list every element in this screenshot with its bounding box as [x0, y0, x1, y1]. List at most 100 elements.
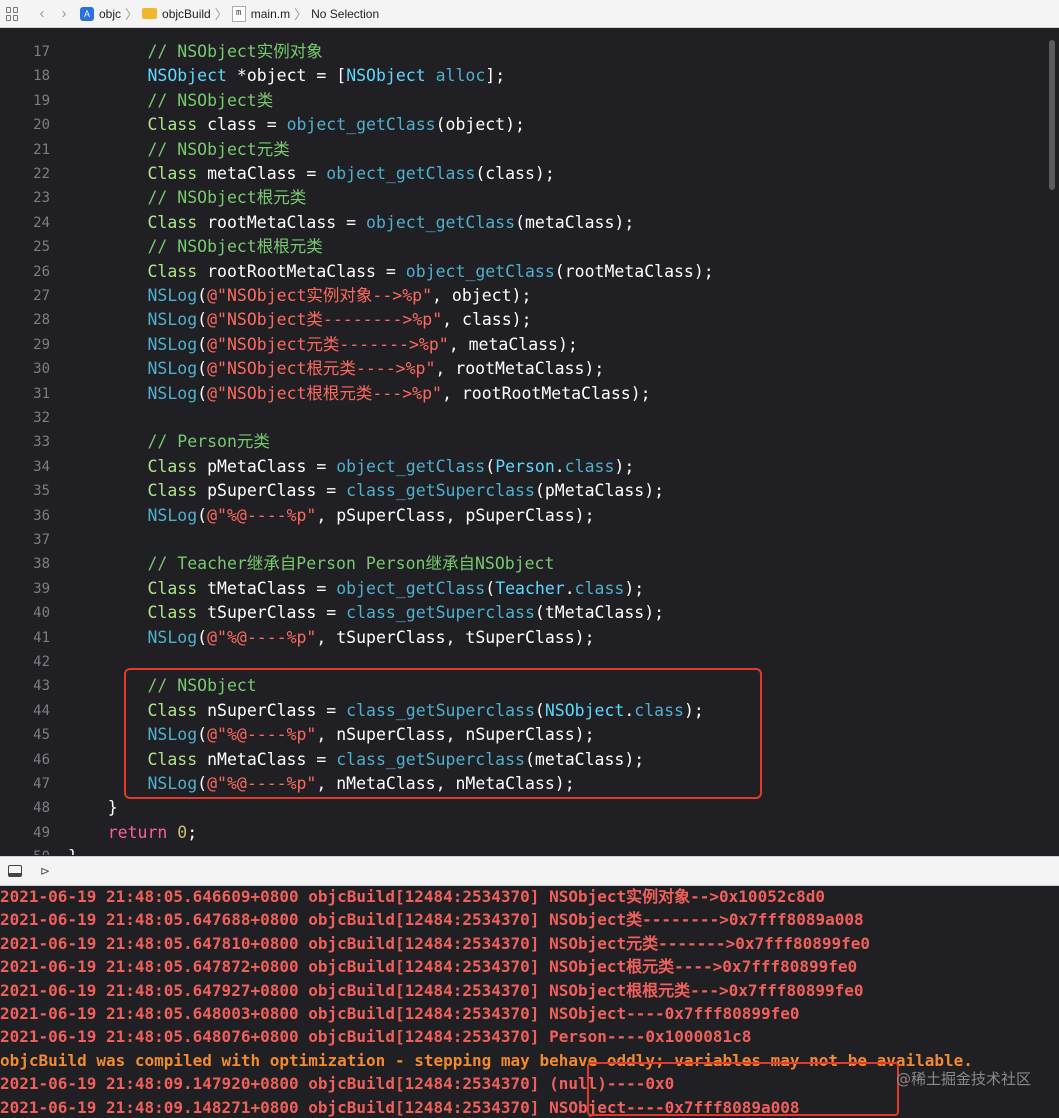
- line-number: 24: [33, 214, 50, 231]
- code-comment: // NSObject元类: [68, 139, 290, 159]
- code-string: @"NSObject根根元类--->%p": [207, 383, 442, 403]
- console-highlight-box: [587, 1062, 899, 1116]
- code-identifier: NSLog: [147, 310, 198, 330]
- code-text: (metaClass);: [515, 212, 635, 232]
- code-line[interactable]: 22 Class metaClass = object_getClass(cla…: [0, 162, 1059, 186]
- code-content: NSLog(@"NSObject根根元类--->%p", rootRootMet…: [68, 382, 650, 406]
- related-items-grid-icon[interactable]: [6, 6, 20, 21]
- line-number: 19: [33, 92, 50, 109]
- code-string: @"%@----%p": [207, 505, 317, 525]
- code-identifier: object_getClass: [405, 261, 555, 281]
- code-line[interactable]: 50}: [0, 845, 1059, 855]
- code-text: (rootMetaClass);: [554, 261, 714, 281]
- code-content: // NSObject根根元类: [68, 235, 323, 259]
- back-arrow-icon[interactable]: ‹: [36, 5, 48, 22]
- forward-arrow-icon[interactable]: ›: [58, 5, 70, 22]
- hide-debug-area-icon[interactable]: [8, 865, 22, 877]
- line-number: 35: [33, 483, 50, 500]
- line-number: 23: [33, 190, 50, 207]
- code-string: @"NSObject元类------->%p": [207, 334, 449, 354]
- code-line[interactable]: 17 // NSObject实例对象: [0, 40, 1059, 64]
- code-line[interactable]: 35 Class pSuperClass = class_getSupercla…: [0, 479, 1059, 503]
- code-text: , tSuperClass, tSuperClass);: [316, 627, 595, 647]
- code-content: Class metaClass = object_getClass(class)…: [68, 162, 554, 186]
- code-text: (tMetaClass);: [534, 603, 665, 623]
- step-icon[interactable]: ⊳: [40, 864, 50, 878]
- code-line[interactable]: 33 // Person元类: [0, 430, 1059, 454]
- code-comment: // NSObject根根元类: [68, 237, 323, 257]
- code-content: // Teacher继承自Person Person继承自NSObject: [68, 552, 554, 576]
- code-type-keyword: Class: [147, 481, 198, 501]
- breadcrumb-folder[interactable]: objcBuild: [142, 7, 211, 21]
- breadcrumb-chevron-icon: 〉: [294, 7, 308, 22]
- editor-scrollbar[interactable]: [1049, 40, 1055, 190]
- code-text: (: [197, 627, 208, 647]
- line-number: 33: [33, 434, 50, 451]
- code-identifier: object_getClass: [326, 164, 476, 183]
- code-line[interactable]: 19 // NSObject类: [0, 89, 1059, 113]
- code-line[interactable]: 37: [0, 528, 1059, 552]
- code-text: (: [197, 359, 208, 379]
- code-text: , rootMetaClass);: [435, 359, 605, 379]
- objc-file-icon: m: [231, 5, 246, 22]
- code-line[interactable]: 30 NSLog(@"NSObject根元类---->%p", rootMeta…: [0, 357, 1059, 381]
- code-line[interactable]: 34 Class pMetaClass = object_getClass(Pe…: [0, 455, 1059, 479]
- code-content: NSLog(@"NSObject元类------->%p", metaClass…: [68, 333, 577, 357]
- code-text: (: [485, 578, 496, 598]
- code-text: (: [197, 505, 208, 525]
- code-line[interactable]: 32: [0, 406, 1059, 430]
- code-content: NSObject *object = [NSObject alloc];: [68, 64, 505, 88]
- breadcrumb-chevron-icon: 〉: [214, 7, 228, 22]
- breadcrumb-file[interactable]: m main.m: [231, 5, 290, 22]
- code-identifier: class_getSuperclass: [346, 603, 535, 623]
- code-line[interactable]: 40 Class tSuperClass = class_getSupercla…: [0, 601, 1059, 625]
- source-editor[interactable]: 17 // NSObject实例对象 18 NSObject *object = …: [0, 28, 1059, 855]
- code-identifier: object_getClass: [286, 115, 436, 135]
- code-line[interactable]: 41 NSLog(@"%@----%p", tSuperClass, tSupe…: [0, 626, 1059, 650]
- code-line[interactable]: 28 NSLog(@"NSObject类-------->%p", class)…: [0, 308, 1059, 332]
- code-line[interactable]: 49 return 0;: [0, 821, 1059, 845]
- code-identifier: NSLog: [147, 334, 198, 354]
- code-text: ];: [485, 66, 506, 86]
- code-line[interactable]: 36 NSLog(@"%@----%p", pSuperClass, pSupe…: [0, 504, 1059, 528]
- code-identifier: class_getSuperclass: [346, 481, 535, 501]
- line-number: 36: [33, 507, 50, 524]
- code-line[interactable]: 21 // NSObject元类: [0, 138, 1059, 162]
- code-line[interactable]: 29 NSLog(@"NSObject元类------->%p", metaCl…: [0, 333, 1059, 357]
- code-line[interactable]: 18 NSObject *object = [NSObject alloc];: [0, 64, 1059, 88]
- code-line[interactable]: 24 Class rootMetaClass = object_getClass…: [0, 211, 1059, 235]
- code-line[interactable]: 39 Class tMetaClass = object_getClass(Te…: [0, 577, 1059, 601]
- console-log-line: 2021-06-19 21:48:05.646609+0800 objcBuil…: [0, 887, 825, 906]
- console-output[interactable]: 2021-06-19 21:48:05.646609+0800 objcBuil…: [0, 886, 1059, 1118]
- code-line[interactable]: 26 Class rootRootMetaClass = object_getC…: [0, 260, 1059, 284]
- code-type-keyword: Class: [147, 212, 198, 232]
- code-identifier: NSLog: [147, 383, 198, 403]
- breadcrumb-project[interactable]: A objc: [80, 6, 121, 21]
- code-line[interactable]: 48 }: [0, 796, 1059, 820]
- project-icon: A: [80, 6, 94, 21]
- code-content: NSLog(@"NSObject根元类---->%p", rootMetaCla…: [68, 357, 604, 381]
- code-line[interactable]: 38 // Teacher继承自Person Person继承自NSObject: [0, 552, 1059, 576]
- code-content: Class rootRootMetaClass = object_getClas…: [68, 260, 714, 284]
- debug-bar: ⊳: [0, 856, 1059, 886]
- code-line[interactable]: 23 // NSObject根元类: [0, 186, 1059, 210]
- line-number: 47: [33, 776, 50, 792]
- code-line[interactable]: 25 // NSObject根根元类: [0, 235, 1059, 259]
- line-number: 34: [33, 458, 50, 475]
- breadcrumb-symbol[interactable]: No Selection: [311, 7, 379, 21]
- code-line[interactable]: 20 Class class = object_getClass(object)…: [0, 113, 1059, 137]
- code-identifier: NSLog: [147, 286, 198, 305]
- code-line[interactable]: 27 NSLog(@"NSObject实例对象-->%p", object);: [0, 284, 1059, 308]
- code-line[interactable]: 31 NSLog(@"NSObject根根元类--->%p", rootRoot…: [0, 382, 1059, 406]
- code-content: Class class = object_getClass(object);: [68, 113, 525, 137]
- code-comment: // NSObject根元类: [68, 188, 307, 208]
- code-type-keyword: Class: [147, 603, 198, 623]
